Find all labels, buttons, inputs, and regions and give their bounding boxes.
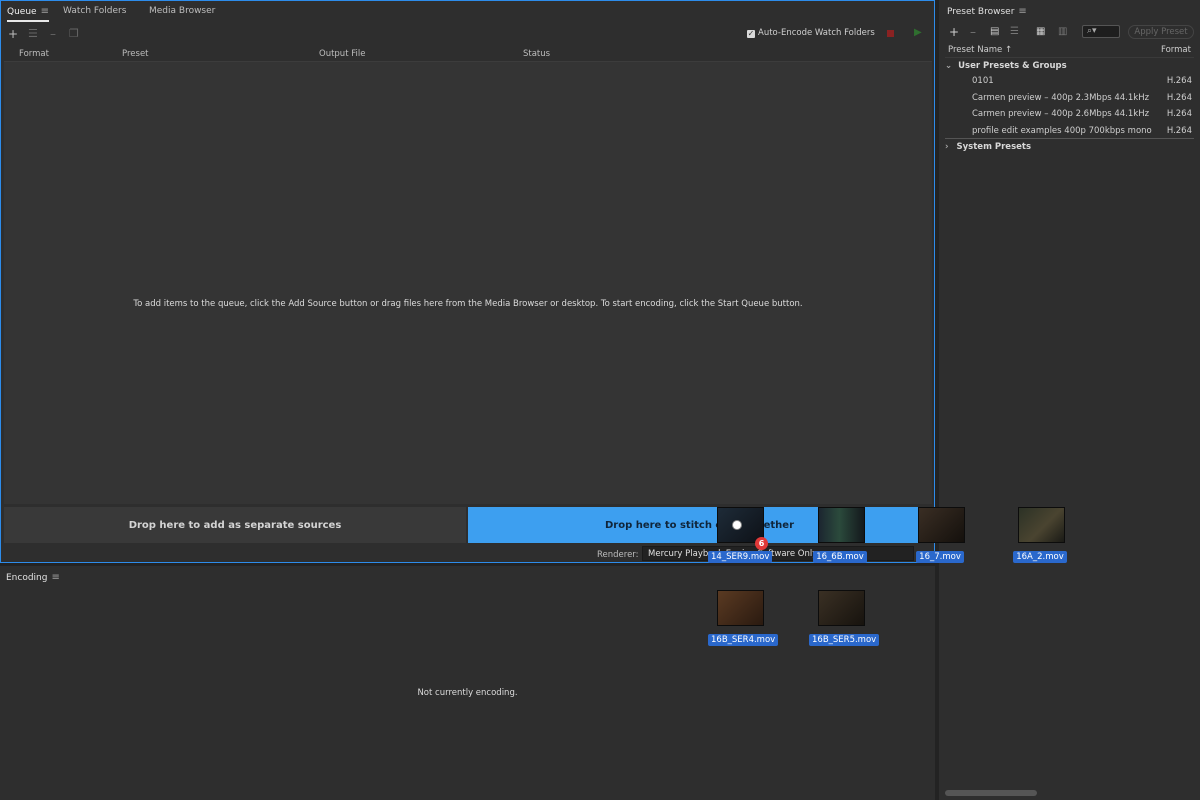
queue-empty-hint: To add items to the queue, click the Add… bbox=[133, 299, 803, 309]
col-preset[interactable]: Preset bbox=[122, 49, 149, 59]
clip-filename: 16A_2.mov bbox=[1013, 551, 1067, 563]
panel-menu-icon[interactable]: ≡ bbox=[41, 6, 49, 17]
drop-separate-label: Drop here to add as separate sources bbox=[128, 519, 342, 531]
remove-icon[interactable]: – bbox=[50, 27, 56, 41]
tab-queue[interactable]: Queue ≡ bbox=[7, 6, 49, 22]
add-source-icon[interactable]: + bbox=[8, 27, 18, 41]
new-preset-icon[interactable]: + bbox=[949, 25, 959, 39]
auto-encode-checkbox[interactable]: ✓ bbox=[747, 30, 755, 38]
clip-thumbnail bbox=[717, 590, 764, 626]
col-format[interactable]: Format bbox=[19, 49, 49, 59]
encoding-status-message: Not currently encoding. bbox=[417, 688, 518, 698]
tab-queue-label: Queue bbox=[7, 7, 37, 17]
preset-row[interactable]: Carmen preview – 400p 2.6Mbps 44.1kHz H.2… bbox=[945, 106, 1194, 122]
clip-filename: 16B_SER5.mov bbox=[809, 634, 880, 646]
preset-name: profile edit examples 400p 700kbps mono bbox=[972, 126, 1152, 136]
chevron-right-icon[interactable]: › bbox=[945, 142, 949, 152]
panel-menu-icon[interactable]: ≡ bbox=[51, 572, 59, 583]
apply-preset-button[interactable]: Apply Preset bbox=[1128, 25, 1194, 39]
drag-cursor-icon bbox=[733, 521, 741, 529]
drag-count-badge: 6 bbox=[755, 537, 768, 550]
system-presets-group-label: System Presets bbox=[956, 142, 1032, 152]
col-status[interactable]: Status bbox=[523, 49, 550, 59]
encoding-panel: Encoding ≡ Not currently encoding. bbox=[0, 566, 935, 800]
new-group-icon[interactable]: ▤ bbox=[990, 26, 999, 37]
clip-thumbnail bbox=[818, 590, 865, 626]
user-presets-group[interactable]: ⌄ User Presets & Groups bbox=[945, 57, 1194, 74]
auto-encode-label: Auto-Encode Watch Folders bbox=[758, 28, 875, 38]
sort-asc-icon: ↑ bbox=[1005, 45, 1013, 55]
queue-drop-area[interactable]: To add items to the queue, click the Add… bbox=[4, 61, 932, 504]
duplicate-icon[interactable]: ❐ bbox=[69, 27, 79, 40]
panel-menu-icon[interactable]: ≡ bbox=[1018, 6, 1026, 17]
tab-media-browser[interactable]: Media Browser bbox=[149, 6, 215, 16]
chevron-down-icon[interactable]: ⌄ bbox=[945, 61, 952, 71]
drop-stitch-label: Drop here to stitch clips together bbox=[604, 519, 795, 531]
col-preset-name[interactable]: Preset Name ↑ bbox=[948, 45, 1012, 55]
preset-format: H.264 bbox=[1166, 126, 1192, 136]
export-preset-icon[interactable]: ▥ bbox=[1058, 26, 1067, 37]
col-output-file[interactable]: Output File bbox=[319, 49, 365, 59]
preset-settings-icon[interactable]: ☰ bbox=[1010, 26, 1019, 37]
encoding-title-label: Encoding bbox=[6, 573, 48, 583]
renderer-label: Renderer: bbox=[597, 550, 639, 560]
drop-separate-zone[interactable]: Drop here to add as separate sources bbox=[4, 507, 466, 543]
preset-name: 0101 bbox=[972, 76, 994, 86]
auto-encode-toggle[interactable]: ✓ Auto-Encode Watch Folders bbox=[747, 28, 875, 38]
clip-filename: 16_6B.mov bbox=[813, 551, 867, 563]
search-icon: ⌕▾ bbox=[1087, 26, 1097, 36]
preset-browser-title-label: Preset Browser bbox=[947, 7, 1015, 17]
clip-thumbnail bbox=[918, 507, 965, 543]
col-format[interactable]: Format bbox=[1161, 45, 1191, 55]
col-preset-name-label: Preset Name bbox=[948, 45, 1003, 55]
remove-preset-icon[interactable]: – bbox=[970, 25, 976, 39]
queue-panel: Queue ≡ Watch Folders Media Browser + ☰ –… bbox=[0, 0, 935, 563]
preset-name: Carmen preview – 400p 2.3Mbps 44.1kHz bbox=[972, 93, 1150, 103]
clip-thumbnail bbox=[1018, 507, 1065, 543]
settings-icon[interactable]: ☰ bbox=[28, 27, 38, 40]
stop-queue-icon[interactable] bbox=[887, 30, 894, 37]
preset-row[interactable]: 0101 H.264 bbox=[945, 73, 1194, 89]
preset-browser-title: Preset Browser ≡ bbox=[947, 6, 1027, 17]
preset-format: H.264 bbox=[1166, 109, 1192, 119]
horizontal-scrollbar[interactable] bbox=[945, 790, 1037, 796]
preset-format: H.264 bbox=[1166, 93, 1192, 103]
preset-row[interactable]: Carmen preview – 400p 2.3Mbps 44.1kHz H.2… bbox=[945, 90, 1194, 106]
preset-name: Carmen preview – 400p 2.6Mbps 44.1kHz bbox=[972, 109, 1150, 119]
queue-tab-bar: Queue ≡ Watch Folders Media Browser bbox=[1, 1, 934, 23]
preset-format: H.264 bbox=[1166, 76, 1192, 86]
clip-filename: 14_SER9.mov bbox=[708, 551, 773, 563]
preset-search-input[interactable]: ⌕▾ bbox=[1082, 25, 1120, 38]
tab-watch-folders[interactable]: Watch Folders bbox=[63, 6, 126, 16]
clip-filename: 16B_SER4.mov bbox=[708, 634, 779, 646]
preset-browser-panel: Preset Browser ≡ + – ▤ ☰ ▦ ▥ ⌕▾ Apply Pre… bbox=[939, 0, 1200, 800]
import-preset-icon[interactable]: ▦ bbox=[1036, 26, 1045, 37]
user-presets-group-label: User Presets & Groups bbox=[958, 61, 1067, 71]
encoding-title: Encoding ≡ bbox=[6, 572, 60, 583]
start-queue-icon[interactable]: ▶ bbox=[914, 27, 922, 38]
renderer-select[interactable]: Mercury Playback Engine Software Only bbox=[642, 546, 914, 561]
clip-thumbnail bbox=[818, 507, 865, 543]
preset-row[interactable]: profile edit examples 400p 700kbps mono H… bbox=[945, 123, 1194, 139]
clip-filename: 16_7.mov bbox=[916, 551, 964, 563]
system-presets-group[interactable]: › System Presets bbox=[945, 139, 1194, 155]
